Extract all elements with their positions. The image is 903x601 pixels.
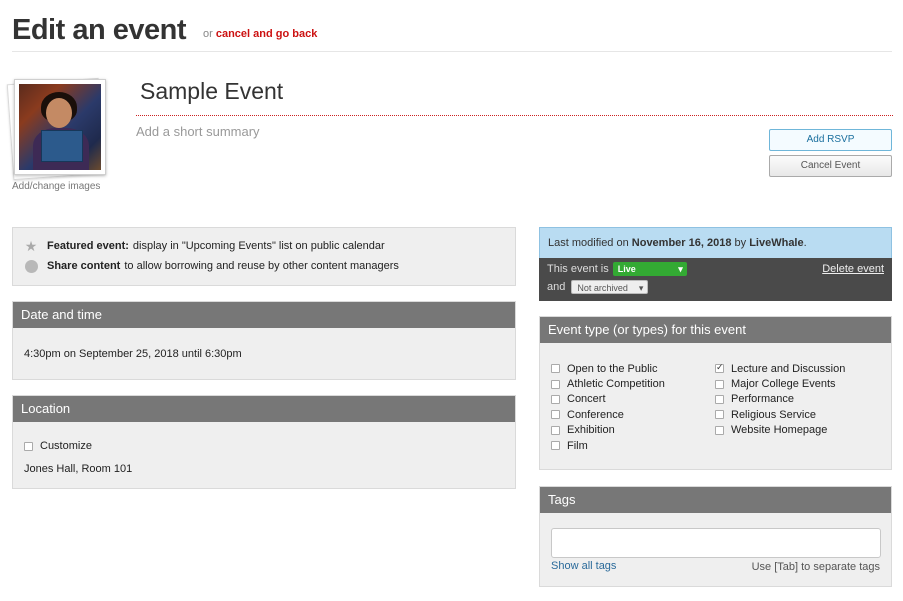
event-type-item[interactable]: Website Homepage bbox=[715, 423, 845, 438]
date-time-panel: Date and time 4:30pm on September 25, 20… bbox=[12, 301, 516, 380]
star-icon[interactable]: ★ bbox=[24, 239, 38, 253]
cancel-go-back-link[interactable]: cancel and go back bbox=[216, 28, 317, 40]
event-type-item[interactable]: Conference bbox=[551, 407, 665, 422]
event-type-checkbox[interactable] bbox=[551, 441, 560, 451]
status-box: Last modified on November 16, 2018 by Li… bbox=[539, 227, 892, 301]
last-modified: Last modified on November 16, 2018 by Li… bbox=[539, 227, 892, 258]
page-header: Edit an event or cancel and go back bbox=[12, 14, 892, 52]
event-type-label: Performance bbox=[731, 393, 794, 406]
event-type-label: Conference bbox=[567, 408, 624, 421]
event-type-label: Exhibition bbox=[567, 424, 615, 437]
tags-input[interactable] bbox=[551, 528, 881, 558]
photo-frame bbox=[14, 79, 106, 175]
event-type-checkbox[interactable] bbox=[715, 425, 724, 435]
event-photo bbox=[19, 84, 101, 170]
share-text: to allow borrowing and reuse by other co… bbox=[124, 260, 399, 272]
and-label: and bbox=[547, 281, 566, 293]
event-type-label: Film bbox=[567, 439, 588, 452]
status-line: This event is Live bbox=[547, 262, 687, 276]
delete-event-link[interactable]: Delete event bbox=[822, 263, 884, 275]
featured-label: Featured event: bbox=[47, 240, 129, 252]
event-type-item[interactable]: Open to the Public bbox=[551, 361, 665, 376]
share-circle-icon[interactable] bbox=[24, 259, 38, 273]
customize-location[interactable]: Customize bbox=[24, 440, 92, 452]
event-type-checkbox[interactable] bbox=[551, 364, 560, 374]
event-type-item[interactable]: Performance bbox=[715, 392, 845, 407]
event-type-item[interactable]: Concert bbox=[551, 392, 665, 407]
modified-period: . bbox=[803, 237, 807, 249]
event-type-checkbox[interactable] bbox=[551, 410, 560, 420]
modified-by-prefix: by bbox=[734, 237, 747, 249]
location-value[interactable]: Jones Hall, Room 101 bbox=[24, 463, 132, 475]
event-type-label: Religious Service bbox=[731, 408, 816, 421]
event-summary-field[interactable]: Add a short summary bbox=[136, 124, 260, 139]
event-type-label: Major College Events bbox=[731, 378, 836, 391]
event-type-checkbox-checked[interactable] bbox=[715, 362, 724, 374]
share-content-row[interactable]: Share content to allow borrowing and reu… bbox=[24, 259, 399, 273]
event-types-column-1: Open to the Public Athletic Competition … bbox=[551, 361, 665, 453]
event-type-label: Athletic Competition bbox=[567, 378, 665, 391]
tags-heading: Tags bbox=[540, 487, 891, 513]
customize-checkbox[interactable] bbox=[24, 441, 33, 451]
event-types-panel: Event type (or types) for this event Ope… bbox=[539, 316, 892, 470]
modified-by: LiveWhale bbox=[749, 237, 804, 249]
event-title-field[interactable]: Sample Event bbox=[136, 78, 893, 116]
event-type-label: Website Homepage bbox=[731, 424, 828, 437]
show-all-tags-link[interactable]: Show all tags bbox=[551, 560, 616, 572]
share-label: Share content bbox=[47, 260, 121, 272]
event-types-column-2: Lecture and Discussion Major College Eve… bbox=[715, 361, 845, 438]
event-type-label: Open to the Public bbox=[567, 362, 658, 375]
status-prefix: This event is bbox=[547, 263, 609, 275]
back-link-wrapper: or cancel and go back bbox=[203, 28, 317, 40]
tags-panel: Tags Show all tags Use [Tab] to separate… bbox=[539, 486, 892, 587]
customize-label: Customize bbox=[40, 440, 92, 452]
back-prefix: or bbox=[203, 28, 213, 40]
event-type-label: Concert bbox=[567, 393, 606, 406]
event-image[interactable] bbox=[6, 77, 107, 181]
location-panel: Location Customize Jones Hall, Room 101 bbox=[12, 395, 516, 489]
event-type-label: Lecture and Discussion bbox=[731, 362, 846, 375]
add-change-images-link[interactable]: Add/change images bbox=[12, 181, 100, 192]
event-type-checkbox[interactable] bbox=[715, 379, 724, 389]
event-types-heading: Event type (or types) for this event bbox=[540, 317, 891, 343]
status-controls: This event is Live and Not archived Dele… bbox=[539, 258, 892, 301]
featured-event-row[interactable]: ★ Featured event: display in "Upcoming E… bbox=[24, 239, 385, 253]
live-status-select[interactable]: Live bbox=[612, 262, 687, 276]
event-type-item[interactable]: Religious Service bbox=[715, 407, 845, 422]
add-rsvp-button[interactable]: Add RSVP bbox=[769, 129, 892, 151]
event-type-item[interactable]: Athletic Competition bbox=[551, 376, 665, 391]
archive-line: and Not archived bbox=[547, 280, 649, 295]
photo-book bbox=[41, 130, 83, 162]
event-type-checkbox[interactable] bbox=[551, 394, 560, 404]
featured-text: display in "Upcoming Events" list on pub… bbox=[132, 240, 385, 252]
archive-select[interactable]: Not archived bbox=[571, 280, 649, 295]
event-type-item[interactable]: Major College Events bbox=[715, 376, 845, 391]
modified-date: November 16, 2018 bbox=[631, 237, 732, 249]
event-type-checkbox[interactable] bbox=[715, 394, 724, 404]
page-title: Edit an event bbox=[12, 14, 187, 46]
event-type-checkbox[interactable] bbox=[551, 379, 560, 389]
modified-prefix: Last modified on bbox=[548, 237, 629, 249]
options-panel: ★ Featured event: display in "Upcoming E… bbox=[12, 227, 516, 286]
event-type-item[interactable]: Film bbox=[551, 438, 665, 453]
date-time-value[interactable]: 4:30pm on September 25, 2018 until 6:30p… bbox=[24, 348, 242, 360]
event-type-checkbox[interactable] bbox=[551, 425, 560, 435]
cancel-event-button[interactable]: Cancel Event bbox=[769, 155, 892, 177]
date-time-heading: Date and time bbox=[13, 302, 515, 328]
location-heading: Location bbox=[13, 396, 515, 422]
event-type-checkbox[interactable] bbox=[715, 410, 724, 420]
event-type-item[interactable]: Exhibition bbox=[551, 423, 665, 438]
tags-hint: Use [Tab] to separate tags bbox=[751, 561, 880, 573]
event-type-item[interactable]: Lecture and Discussion bbox=[715, 361, 845, 376]
photo-face bbox=[46, 98, 72, 128]
